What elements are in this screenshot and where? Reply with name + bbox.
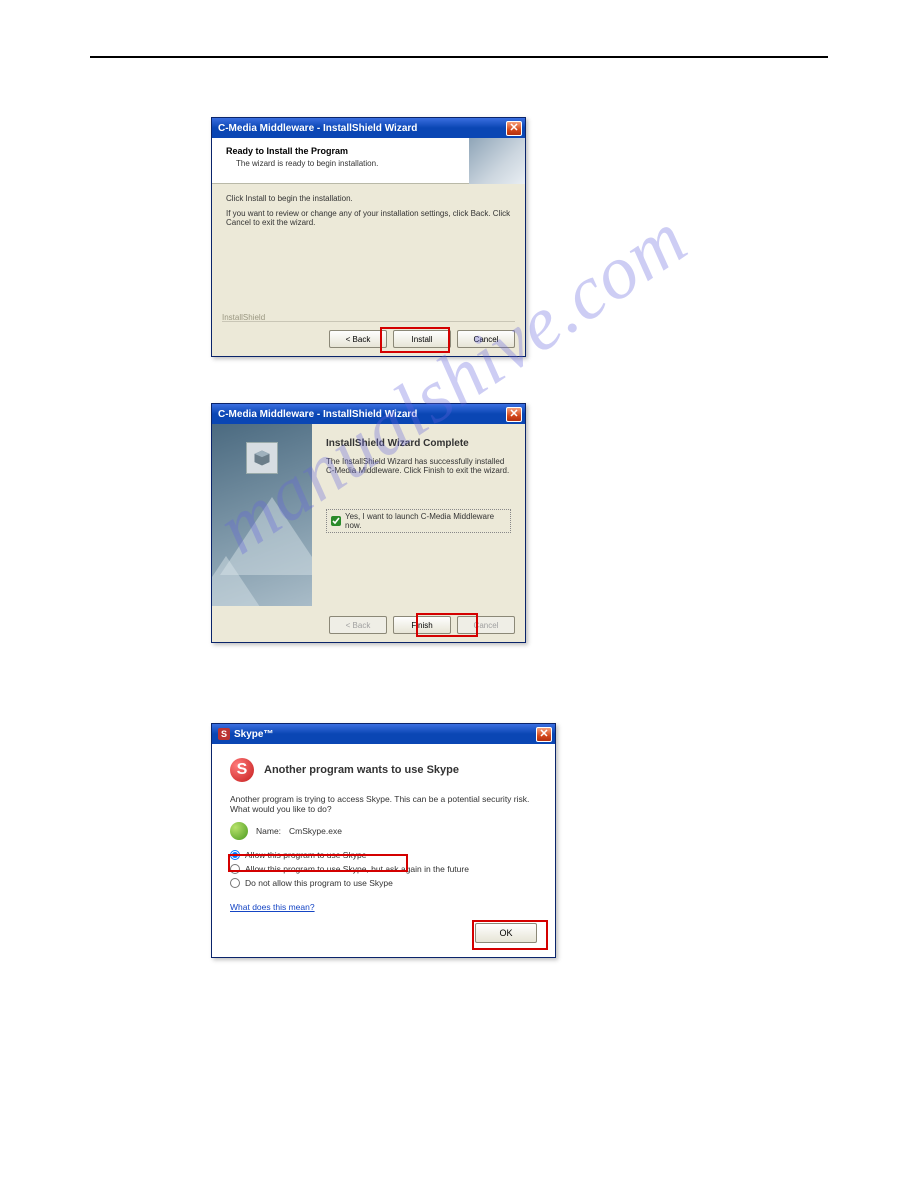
back-button: < Back — [329, 616, 387, 634]
window-title: C-Media Middleware - InstallShield Wizar… — [218, 123, 506, 134]
button-row: < Back Finish Cancel — [222, 608, 515, 634]
close-icon[interactable]: ✕ — [506, 407, 522, 422]
skype-logo-icon: S — [218, 728, 230, 740]
radio-deny-label: Do not allow this program to use Skype — [245, 878, 393, 888]
launch-checkbox-label: Yes, I want to launch C-Media Middleware… — [345, 512, 506, 530]
radio-deny-input[interactable] — [230, 878, 240, 888]
instruction-line-2: If you want to review or change any of y… — [226, 209, 511, 227]
ok-button[interactable]: OK — [475, 923, 537, 943]
button-row: < Back Install Cancel — [222, 321, 515, 348]
install-ready-dialog: C-Media Middleware - InstallShield Wizar… — [211, 117, 526, 357]
launch-checkbox-row[interactable]: Yes, I want to launch C-Media Middleware… — [326, 509, 511, 533]
skype-permission-dialog: S Skype™ ✕ S Another program wants to us… — [211, 723, 556, 958]
window-title: C-Media Middleware - InstallShield Wizar… — [218, 409, 506, 420]
dialog-body: Click Install to begin the installation.… — [212, 184, 525, 237]
instruction-line-1: Click Install to begin the installation. — [226, 194, 511, 203]
close-icon[interactable]: ✕ — [506, 121, 522, 136]
radio-allow[interactable]: Allow this program to use Skype — [230, 848, 537, 862]
warning-skype-icon: S — [230, 758, 254, 782]
name-value: CmSkype.exe — [289, 826, 342, 836]
radio-allow-label: Allow this program to use Skype — [245, 850, 366, 860]
complete-heading: InstallShield Wizard Complete — [326, 438, 511, 449]
titlebar[interactable]: C-Media Middleware - InstallShield Wizar… — [212, 118, 525, 138]
install-button[interactable]: Install — [393, 330, 451, 348]
header-graphic — [469, 138, 525, 184]
permission-heading: Another program wants to use Skype — [264, 764, 459, 776]
radio-ask-label: Allow this program to use Skype, but ask… — [245, 864, 469, 874]
program-icon — [230, 822, 248, 840]
radio-group: Allow this program to use Skype Allow th… — [230, 848, 537, 890]
radio-ask[interactable]: Allow this program to use Skype, but ask… — [230, 862, 537, 876]
radio-deny[interactable]: Do not allow this program to use Skype — [230, 876, 537, 890]
intro-line-2: What would you like to do? — [230, 804, 537, 814]
side-graphic — [212, 424, 312, 606]
package-icon — [246, 442, 278, 474]
window-title: Skype™ — [234, 729, 536, 740]
what-does-this-mean-link[interactable]: What does this mean? — [230, 902, 315, 912]
finish-button[interactable]: Finish — [393, 616, 451, 634]
page-top-rule — [90, 56, 828, 58]
intro-line-1: Another program is trying to access Skyp… — [230, 794, 537, 804]
heading-row: S Another program wants to use Skype — [230, 758, 537, 782]
name-label: Name: — [256, 826, 281, 836]
close-icon[interactable]: ✕ — [536, 727, 552, 742]
dialog-body: S Another program wants to use Skype Ano… — [212, 744, 555, 957]
dialog-header: Ready to Install the Program The wizard … — [212, 138, 525, 184]
ok-row: OK — [475, 923, 537, 943]
cancel-button[interactable]: Cancel — [457, 330, 515, 348]
launch-checkbox[interactable] — [331, 516, 341, 526]
radio-allow-input[interactable] — [230, 850, 240, 860]
titlebar[interactable]: C-Media Middleware - InstallShield Wizar… — [212, 404, 525, 424]
dialog-main: InstallShield Wizard Complete The Instal… — [312, 424, 525, 606]
program-name-row: Name: CmSkype.exe — [230, 822, 537, 840]
cancel-button: Cancel — [457, 616, 515, 634]
install-complete-dialog: C-Media Middleware - InstallShield Wizar… — [211, 403, 526, 643]
back-button[interactable]: < Back — [329, 330, 387, 348]
radio-ask-input[interactable] — [230, 864, 240, 874]
titlebar[interactable]: S Skype™ ✕ — [212, 724, 555, 744]
complete-body: The InstallShield Wizard has successfull… — [326, 457, 511, 475]
